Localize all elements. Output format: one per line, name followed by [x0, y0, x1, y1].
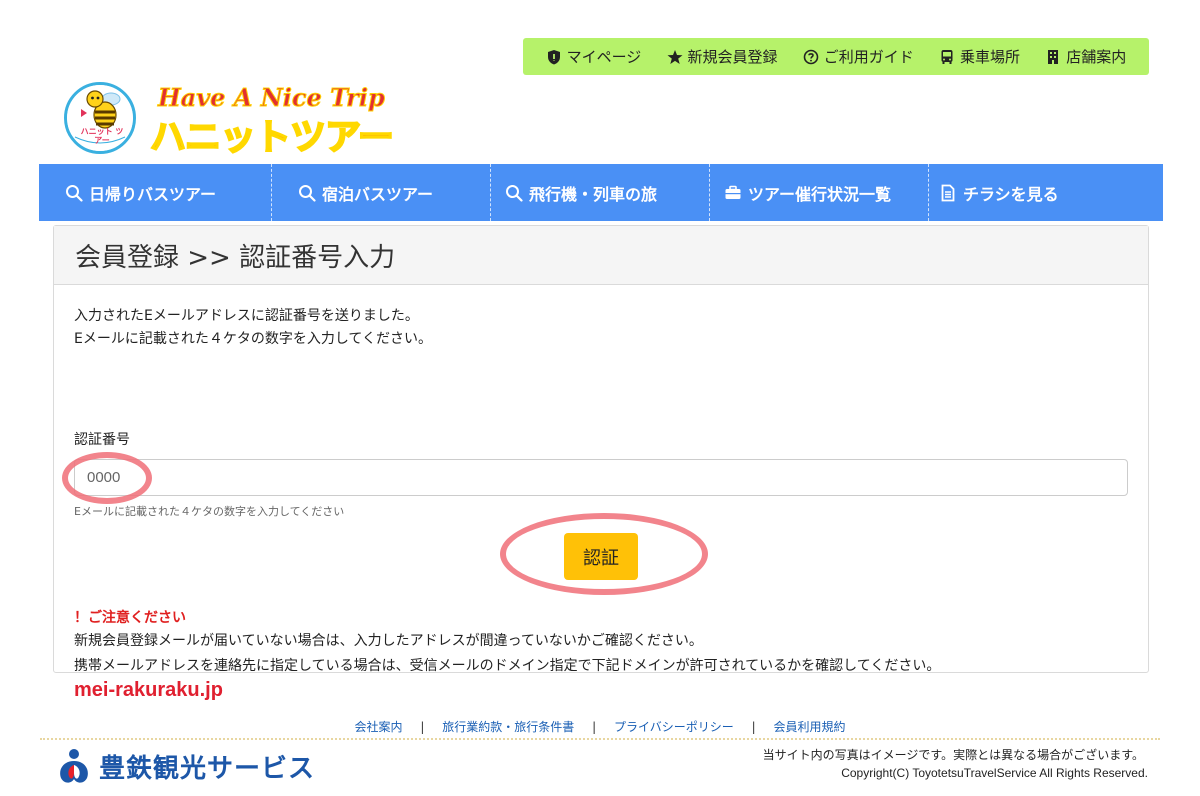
main-nav: 日帰りバスツアー 宿泊バスツアー 飛行機・列車の旅 ツアー催行状況一覧 チラシを… — [39, 164, 1163, 221]
intro-line: Eメールに記載された４ケタの数字を入力してください。 — [74, 331, 433, 347]
nav-item-label: 宿泊バスツアー — [322, 184, 434, 204]
question-circle-icon — [803, 49, 819, 64]
util-item-register[interactable]: 新規会員登録 — [667, 46, 778, 67]
company-name: 豊鉄観光サービス — [99, 753, 316, 784]
intro-line: 入力されたEメールアドレスに認証番号を送りました。 — [74, 308, 419, 324]
verification-code-label: 認証番号 — [74, 432, 130, 448]
search-icon — [66, 184, 83, 202]
intro-text: 入力されたEメールアドレスに認証番号を送りました。 Eメールに記載された４ケタの… — [74, 305, 432, 351]
nav-item-day-bus-tours[interactable]: 日帰りバスツアー — [39, 164, 272, 221]
building-icon — [1048, 49, 1059, 64]
logo-wordmark: ハニットツアー — [149, 116, 395, 159]
nav-item-label: 日帰りバスツアー — [89, 184, 217, 204]
util-item-stores[interactable]: 店舗案内 — [1045, 46, 1126, 67]
caution-line: 携帯メールアドレスを連絡先に指定している場合は、受信メールのドメイン指定で下記ド… — [74, 658, 941, 674]
footer-link-member-terms[interactable]: 会員利用規約 — [773, 720, 845, 734]
photo-disclaimer: 当サイト内の写真はイメージです。実際とは異なる場合がございます。 — [762, 748, 1144, 762]
document-icon — [941, 184, 955, 201]
input-help-text: Eメールに記載された４ケタの数字を入力してください — [74, 505, 345, 518]
util-item-pickup[interactable]: 乗車場所 — [939, 46, 1020, 67]
nav-item-label: チラシを見る — [963, 184, 1059, 204]
company-emblem-icon — [60, 749, 88, 783]
nav-item-plane-train-trips[interactable]: 飛行機・列車の旅 — [491, 164, 710, 221]
footer-link-travel-terms[interactable]: 旅行業約款・旅行条件書 — [442, 720, 574, 734]
footer-separator: | — [751, 720, 756, 734]
nav-item-label: 飛行機・列車の旅 — [529, 184, 658, 204]
verification-code-input[interactable] — [74, 459, 1128, 496]
footer-separator: | — [592, 720, 597, 734]
util-item-label: 店舗案内 — [1066, 48, 1127, 66]
allowed-domain: mei-rakuraku.jp — [74, 679, 223, 701]
company-logo[interactable]: 豊鉄観光サービス — [55, 746, 315, 786]
nav-item-tour-status-list[interactable]: ツアー催行状況一覧 — [710, 164, 929, 221]
star-icon — [667, 49, 683, 64]
util-item-label: 新規会員登録 — [687, 48, 778, 66]
logo-badge-text: ハニット ツアー — [80, 127, 124, 145]
search-icon — [299, 184, 316, 202]
util-item-label: 乗車場所 — [960, 48, 1021, 66]
copyright: Copyright(C) ToyotetsuTravelService All … — [841, 766, 1148, 780]
verify-button[interactable]: 認証 — [564, 533, 638, 580]
utility-nav: マイページ 新規会員登録 ご利用ガイド 乗車場所 店舗案内 — [523, 38, 1149, 75]
footer-link-company[interactable]: 会社案内 — [355, 720, 403, 734]
nav-item-overnight-bus-tours[interactable]: 宿泊バスツアー — [272, 164, 491, 221]
bus-icon — [941, 49, 953, 64]
briefcase-icon — [725, 185, 741, 199]
util-item-guide[interactable]: ご利用ガイド — [803, 46, 914, 67]
site-logo[interactable]: ハニット ツアー Have A Nice Trip ハニットツアー — [64, 82, 395, 159]
page-title: 会員登録 >> 認証番号入力 — [54, 226, 1148, 285]
caution-title: ！ご注意ください — [74, 610, 186, 626]
bee-mascot-logo: ハニット ツアー — [64, 82, 136, 154]
footer-link-privacy-policy[interactable]: プライバシーポリシー — [614, 720, 734, 734]
footer-links: 会社案内 | 旅行業約款・旅行条件書 | プライバシーポリシー | 会員利用規約 — [0, 718, 1200, 735]
util-item-mypage[interactable]: マイページ — [546, 46, 642, 67]
util-item-label: ご利用ガイド — [823, 48, 914, 66]
footer-divider — [40, 738, 1160, 740]
caution-line: 新規会員登録メールが届いていない場合は、入力したアドレスが間違っていないかご確認… — [74, 633, 703, 649]
search-icon — [506, 184, 523, 202]
shield-icon — [547, 49, 560, 64]
util-item-label: マイページ — [566, 48, 642, 66]
nav-item-view-flyers[interactable]: チラシを見る — [929, 164, 1163, 221]
footer-separator: | — [420, 720, 425, 734]
verification-panel: 会員登録 >> 認証番号入力 入力されたEメールアドレスに認証番号を送りました。… — [53, 225, 1149, 701]
nav-item-label: ツアー催行状況一覧 — [748, 184, 892, 204]
